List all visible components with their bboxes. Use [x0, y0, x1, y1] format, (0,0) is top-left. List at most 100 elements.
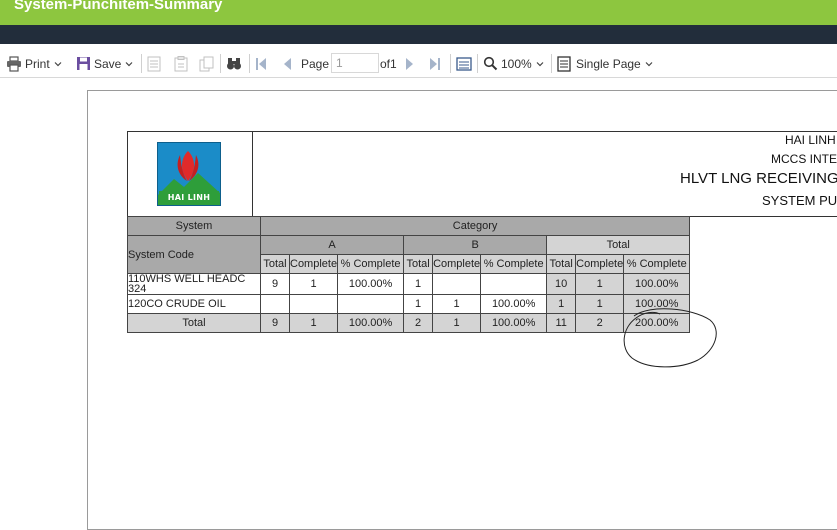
cell: 1	[546, 294, 577, 314]
toolbar-separator	[450, 54, 451, 73]
group-total-header: Total	[546, 235, 691, 255]
report-toolbar: Print Save Page of1 100% Single Page	[0, 50, 837, 78]
category-header: Category	[259, 216, 691, 236]
cell: 1	[575, 273, 625, 295]
first-page-icon	[256, 57, 266, 70]
document-map-icon	[147, 56, 161, 71]
print-button[interactable]: Print	[6, 50, 63, 77]
previous-page-button[interactable]	[282, 50, 292, 77]
single-page-icon	[557, 55, 571, 72]
floppy-disk-icon	[77, 57, 90, 70]
group-a-header: A	[259, 235, 405, 255]
toolbar-separator	[551, 54, 552, 73]
first-page-button[interactable]	[255, 50, 267, 77]
page-label: Page	[301, 56, 330, 71]
sub-header: Total	[260, 254, 290, 274]
print-layout-icon	[456, 56, 472, 71]
cell	[260, 294, 290, 314]
cell: 100.00%	[337, 273, 405, 295]
table-row: 110WHS WELL HEADC 324 9 1 100.00% 1 10 1…	[127, 273, 691, 295]
printer-icon	[7, 55, 21, 72]
sub-header: Complete	[575, 254, 625, 274]
cell: 2	[575, 313, 625, 333]
cell	[480, 273, 548, 295]
window-title: System-Punchitem-Summary	[14, 0, 223, 13]
page-number-input[interactable]	[331, 53, 379, 73]
find-button[interactable]	[226, 50, 242, 77]
sub-header: % Complete	[623, 254, 691, 274]
annotation-circle	[623, 308, 717, 368]
previous-page-icon	[284, 57, 291, 70]
page-count: of1	[380, 56, 397, 71]
report-header: HAI LINH HAI LINH MCCS INTE HLVT LNG REC…	[127, 131, 837, 217]
title-bar: System-Punchitem-Summary	[0, 0, 837, 25]
group-header-row: System Code A B Total	[127, 235, 691, 274]
toolbar-separator	[249, 54, 250, 73]
cell: 1	[403, 294, 434, 314]
document-map-button[interactable]	[147, 50, 161, 77]
sub-header: Total	[546, 254, 577, 274]
binoculars-icon	[227, 57, 241, 69]
company-line-2: MCCS INTE	[771, 152, 837, 166]
logo-cell: HAI LINH	[128, 132, 253, 216]
last-page-icon	[430, 57, 440, 70]
clipboard-icon	[174, 55, 188, 71]
nav-bar	[0, 25, 837, 44]
sub-header: % Complete	[480, 254, 548, 274]
cell: 2	[403, 313, 434, 333]
group-b-header: B	[403, 235, 548, 255]
total-label: Total	[127, 313, 261, 333]
cell: 1	[288, 313, 339, 333]
company-line-4: SYSTEM PU	[762, 193, 837, 208]
sub-header: Total	[403, 254, 434, 274]
cell	[288, 294, 339, 314]
next-page-icon	[406, 57, 413, 70]
header-row: System Category	[127, 216, 691, 236]
table-row: 120CO CRUDE OIL 1 1 100.00% 1 1 100.00%	[127, 294, 691, 314]
cell	[432, 273, 482, 295]
last-page-button[interactable]	[429, 50, 441, 77]
sub-header: Complete	[288, 254, 339, 274]
system-header: System	[127, 216, 261, 236]
system-code-cell: 120CO CRUDE OIL	[127, 294, 261, 314]
cell	[337, 294, 405, 314]
print-layout-button[interactable]	[456, 50, 472, 77]
pages-icon	[199, 56, 214, 71]
parameters-button[interactable]	[174, 50, 188, 77]
logo-text: HAI LINH	[167, 193, 211, 202]
chevron-down-icon	[125, 61, 133, 66]
system-code-cell: 110WHS WELL HEADC 324	[127, 273, 261, 295]
toolbar-separator	[477, 54, 478, 73]
save-label: Save	[94, 56, 122, 71]
sub-header: % Complete	[337, 254, 405, 274]
chevron-down-icon	[536, 61, 544, 66]
zoom-select[interactable]: 100%	[483, 50, 545, 77]
copy-button[interactable]	[199, 50, 215, 77]
print-label: Print	[25, 56, 50, 71]
cell: 100.00%	[480, 313, 548, 333]
view-mode-label: Single Page	[576, 56, 641, 71]
cell: 1	[432, 294, 482, 314]
magnifier-icon	[483, 56, 498, 71]
chevron-down-icon	[645, 61, 653, 66]
total-row: Total 9 1 100.00% 2 1 100.00% 11 2 200.0…	[127, 313, 691, 333]
system-code-header: System Code	[127, 235, 261, 274]
cell: 9	[260, 313, 290, 333]
toolbar-separator	[220, 54, 221, 73]
cell: 1	[288, 273, 339, 295]
summary-table: System Category System Code A B Total To…	[127, 216, 691, 333]
cell: 100.00%	[337, 313, 405, 333]
toolbar-separator	[141, 54, 142, 73]
cell: 1	[575, 294, 625, 314]
company-line-1: HAI LINH	[785, 133, 836, 147]
cell: 1	[432, 313, 482, 333]
next-page-button[interactable]	[405, 50, 415, 77]
hai-linh-logo: HAI LINH	[157, 142, 221, 206]
cell: 100.00%	[480, 294, 548, 314]
view-mode-select[interactable]: Single Page	[557, 50, 654, 77]
cell: 11	[546, 313, 577, 333]
sub-header: Complete	[432, 254, 482, 274]
cell: 9	[260, 273, 290, 295]
save-button[interactable]: Save	[76, 50, 134, 77]
cell: 1	[403, 273, 434, 295]
